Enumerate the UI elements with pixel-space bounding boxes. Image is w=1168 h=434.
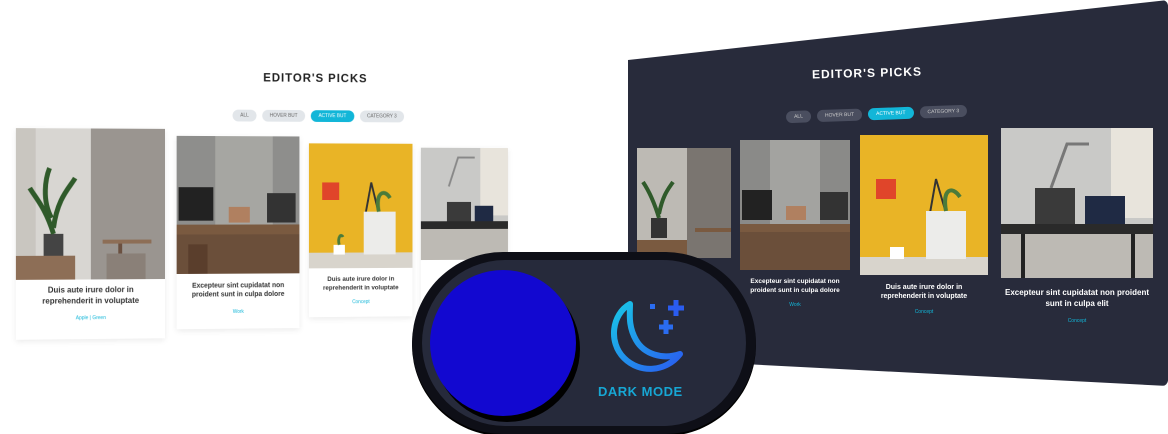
light-card-category[interactable]: Concept	[309, 299, 413, 306]
dark-filter-all[interactable]: ALL	[785, 110, 812, 124]
light-filter-all[interactable]: ALL	[232, 109, 257, 122]
light-card-title: Duis aute irure dolor in reprehenderit i…	[323, 275, 399, 292]
light-section-title: EDITOR'S PICKS	[263, 70, 368, 86]
dark-card[interactable]: Excepteur sint cupidatat non proident su…	[740, 140, 850, 320]
dark-card-title: Excepteur sint cupidatat non proident su…	[1005, 288, 1150, 308]
dark-laptop-photo	[1001, 128, 1153, 278]
light-filter-category[interactable]: CATEGORY 3	[359, 110, 405, 123]
dark-filter-active[interactable]: ACTIVE BUT	[867, 106, 914, 121]
dark-card-category[interactable]: Work	[740, 302, 850, 308]
dark-card[interactable]: Excepteur sint cupidatat non proident su…	[1001, 128, 1153, 326]
dark-mode-label: DARK MODE	[598, 384, 683, 399]
desk-photo	[176, 135, 300, 275]
dark-card-title: Duis aute irure dolor in reprehenderit i…	[880, 284, 968, 301]
dark-yellow-wall-photo	[860, 135, 988, 275]
light-filter-hover[interactable]: HOVER BUT	[262, 109, 306, 122]
light-card-title: Duis aute irure dolor in reprehenderit i…	[42, 285, 140, 306]
dark-plant-photo	[637, 148, 731, 258]
light-card[interactable]: Duis aute irure dolor in reprehenderit i…	[15, 128, 166, 340]
moon-stars-icon	[610, 300, 684, 372]
light-card-category[interactable]: Apple | Green	[16, 315, 165, 322]
dark-section-title: EDITOR'S PICKS	[811, 64, 923, 82]
light-card[interactable]: Duis aute irure dolor in reprehenderit i…	[308, 143, 413, 318]
dark-card-title: Excepteur sint cupidatat non proident su…	[750, 278, 840, 294]
light-card-category[interactable]: Work	[177, 309, 300, 316]
dark-filter-category[interactable]: CATEGORY 3	[919, 104, 968, 119]
light-filter-bar: ALL HOVER BUT ACTIVE BUT CATEGORY 3	[232, 109, 405, 123]
laptop-photo	[420, 147, 508, 261]
yellow-wall-photo	[308, 143, 413, 269]
toggle-knob[interactable]	[430, 270, 576, 416]
light-card[interactable]: Excepteur sint cupidatat non proident su…	[176, 135, 300, 330]
light-filter-active[interactable]: ACTIVE BUT	[310, 110, 354, 123]
dark-filter-hover[interactable]: HOVER BUT	[816, 108, 863, 123]
dark-desk-photo	[740, 140, 850, 270]
dark-card[interactable]: Duis aute irure dolor in reprehenderit i…	[860, 135, 988, 321]
light-card-title: Excepteur sint cupidatat non proident su…	[191, 282, 285, 299]
plant-photo	[15, 128, 166, 280]
dark-card-category[interactable]: Concept	[860, 309, 988, 315]
dark-card-category[interactable]: Concept	[1001, 318, 1153, 324]
